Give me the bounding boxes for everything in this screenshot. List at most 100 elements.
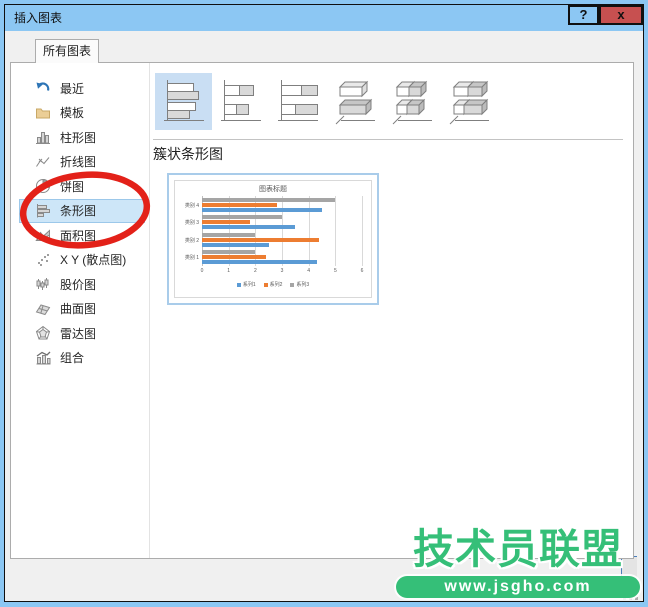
sidebar-item-combo-chart[interactable]: 组合 bbox=[19, 346, 145, 371]
subtype-pct-stacked-bar-3d[interactable] bbox=[440, 73, 497, 130]
legend-swatch bbox=[236, 282, 241, 287]
subtype-clustered-bar-3d[interactable] bbox=[326, 73, 383, 130]
legend-entry: 系列2 bbox=[263, 281, 282, 288]
x-tick-label: 2 bbox=[253, 268, 257, 274]
subtype-stacked-bar[interactable] bbox=[212, 73, 269, 130]
bar bbox=[202, 242, 269, 247]
legend-entry: 系列1 bbox=[236, 281, 256, 288]
x-tick-label: 1 bbox=[227, 268, 231, 274]
sidebar-item-stock-chart[interactable]: 股价图 bbox=[19, 272, 145, 297]
column-chart-icon bbox=[36, 132, 50, 145]
sidebar-item-label: 条形图 bbox=[60, 204, 97, 219]
tab-all-charts[interactable]: 所有图表 bbox=[35, 39, 99, 63]
bar-group bbox=[202, 196, 362, 214]
pct-stacked-bar-3d-icon bbox=[449, 80, 489, 124]
sidebar-item-scatter-chart[interactable]: X Y (散点图) bbox=[19, 248, 145, 273]
sidebar-item-label: 组合 bbox=[60, 351, 85, 366]
subtype-pct-stacked-bar[interactable] bbox=[269, 73, 326, 130]
x-tick-label: 6 bbox=[360, 268, 364, 274]
bar bbox=[202, 260, 317, 265]
sidebar-item-surface-chart[interactable]: 曲面图 bbox=[19, 297, 145, 322]
template-icon bbox=[36, 108, 50, 119]
bar bbox=[202, 215, 282, 220]
bar bbox=[202, 202, 277, 207]
bar bbox=[202, 220, 250, 225]
subtype-clustered-bar[interactable] bbox=[155, 73, 212, 130]
bar bbox=[202, 225, 296, 230]
sidebar-item-label: 模板 bbox=[60, 106, 85, 121]
watermark-url: www.jsgho.com bbox=[396, 576, 640, 599]
legend-label: 系列3 bbox=[296, 282, 310, 288]
sidebar-item-label: 折线图 bbox=[60, 155, 97, 170]
sidebar-item-radar-chart[interactable]: 雷达图 bbox=[19, 321, 145, 346]
area-chart-icon bbox=[35, 229, 50, 242]
x-tick-label: 4 bbox=[307, 268, 311, 274]
bar bbox=[202, 255, 266, 260]
stacked-bar-3d-icon bbox=[392, 80, 432, 124]
sidebar-item-label: 饼图 bbox=[60, 179, 85, 194]
recent-icon bbox=[36, 82, 50, 92]
sidebar-item-label: 面积图 bbox=[60, 228, 97, 243]
bar bbox=[202, 237, 320, 242]
sidebar-item-label: 雷达图 bbox=[60, 326, 97, 341]
chart-preview-tile[interactable]: 图表标题 0 1 2 3 4 5 6 类别 1 类别 2 类别 3 类别 4 系列1 系列2 系列3 bbox=[167, 173, 379, 305]
subtype-stacked-bar-3d[interactable] bbox=[383, 73, 440, 130]
bar-chart-icon bbox=[37, 203, 50, 218]
sidebar-item-label: 股价图 bbox=[60, 277, 97, 292]
dialog-title: 插入图表 bbox=[14, 11, 63, 25]
insert-chart-dialog: 插入图表 ? x 所有图表 最近模板柱形图折线图饼图条形图面积图 X Y (散点图… bbox=[4, 4, 644, 602]
radar-chart-icon bbox=[35, 326, 51, 340]
sidebar-item-label: 最近 bbox=[60, 81, 85, 96]
x-tick-label: 5 bbox=[333, 268, 337, 274]
line-chart-icon bbox=[36, 156, 50, 167]
sidebar-item-area-chart[interactable]: 面积图 bbox=[19, 223, 145, 248]
scatter-chart-icon bbox=[38, 253, 49, 266]
chart-legend: 系列1 系列2 系列3 bbox=[175, 281, 371, 288]
chart-type-sidebar: 最近模板柱形图折线图饼图条形图面积图 X Y (散点图) 股价图曲面图雷达图组合 bbox=[11, 63, 150, 558]
clustered-bar-icon bbox=[163, 79, 204, 121]
bar-subtype-row bbox=[155, 73, 497, 130]
surface-chart-icon bbox=[35, 304, 51, 315]
sidebar-item-label: X Y (散点图) bbox=[60, 253, 127, 268]
watermark: 技术员联盟 www.jsgho.com bbox=[392, 524, 644, 599]
sidebar-item-column-chart[interactable]: 柱形图 bbox=[19, 125, 145, 150]
pie-chart-icon bbox=[36, 179, 50, 194]
x-tick-label: 3 bbox=[280, 268, 284, 274]
stacked-bar-icon bbox=[220, 79, 261, 121]
sidebar-item-bar-chart[interactable]: 条形图 bbox=[19, 198, 145, 223]
x-tick-label: 0 bbox=[200, 268, 204, 274]
sidebar-item-label: 柱形图 bbox=[60, 130, 97, 145]
watermark-title: 技术员联盟 bbox=[413, 526, 623, 572]
help-button[interactable]: ? bbox=[568, 5, 599, 25]
legend-label: 系列1 bbox=[242, 282, 256, 288]
sidebar-item-recent[interactable]: 最近 bbox=[19, 76, 145, 101]
bar-group bbox=[202, 231, 362, 249]
stock-chart-icon bbox=[36, 278, 49, 291]
subtype-heading: 簇状条形图 bbox=[153, 146, 223, 162]
sidebar-item-label: 曲面图 bbox=[60, 302, 97, 317]
legend-entry: 系列3 bbox=[290, 281, 309, 288]
preview-chart: 图表标题 0 1 2 3 4 5 6 类别 1 类别 2 类别 3 类别 4 系列1 系列2 系列3 bbox=[174, 180, 372, 298]
bar bbox=[202, 232, 256, 237]
sidebar-item-template[interactable]: 模板 bbox=[19, 101, 145, 126]
bar bbox=[202, 207, 322, 212]
clustered-bar-3d-icon bbox=[335, 80, 375, 124]
titlebar[interactable]: 插入图表 bbox=[5, 5, 643, 31]
legend-swatch bbox=[290, 282, 295, 287]
chart-title: 图表标题 bbox=[259, 186, 287, 193]
pct-stacked-bar-icon bbox=[277, 79, 318, 121]
category-label: 类别 3 bbox=[184, 220, 199, 227]
combo-chart-icon bbox=[36, 351, 51, 365]
category-label: 类别 4 bbox=[184, 202, 199, 209]
content-panel: 最近模板柱形图折线图饼图条形图面积图 X Y (散点图) 股价图曲面图雷达图组合 簇… bbox=[10, 62, 634, 559]
bar-group bbox=[202, 214, 362, 232]
bar bbox=[202, 197, 336, 202]
plot-area bbox=[202, 196, 363, 267]
sidebar-item-line-chart[interactable]: 折线图 bbox=[19, 150, 145, 175]
gridline bbox=[362, 196, 363, 266]
legend-swatch bbox=[263, 282, 268, 287]
close-button[interactable]: x bbox=[599, 5, 643, 25]
sidebar-item-pie-chart[interactable]: 饼图 bbox=[19, 174, 145, 199]
category-label: 类别 1 bbox=[184, 255, 199, 262]
bar-group bbox=[202, 249, 362, 267]
